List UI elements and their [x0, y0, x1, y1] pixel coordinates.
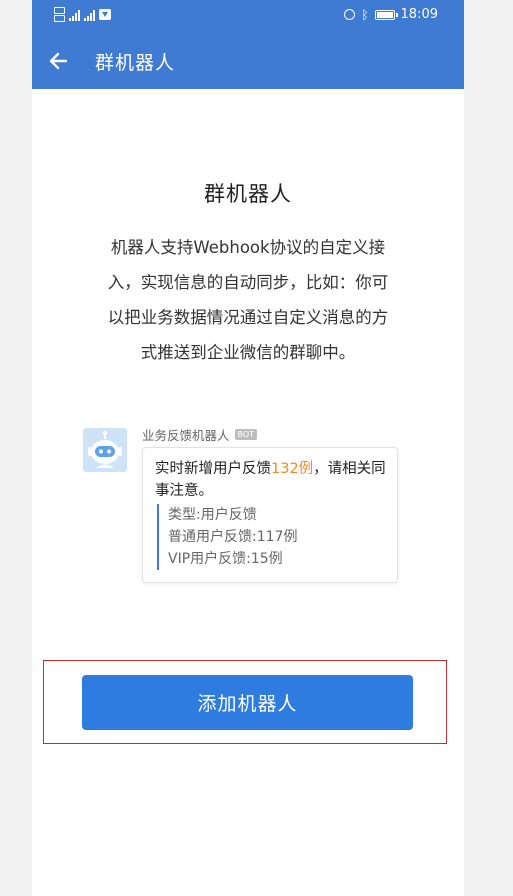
message-bubble: 实时新增用户反馈132例，请相关同事注意。 类型:用户反馈 普通用户反馈:117…: [142, 447, 398, 583]
message-details: 类型:用户反馈 普通用户反馈:117例 VIP用户反馈:15例: [157, 504, 297, 570]
alarm-icon: [344, 9, 356, 20]
intro-line: 入，实现信息的自动同步，比如：你可: [107, 273, 389, 292]
status-time: 18:09: [400, 7, 438, 22]
message-prefix: 实时新增用户反馈: [155, 461, 271, 477]
header: ᛒ 18:09 群机器人: [32, 0, 464, 89]
bluetooth-icon: ᛒ: [361, 7, 369, 22]
app-screen: ᛒ 18:09 群机器人 群机器人 机器人支持Webhook协议的自定义接 入，…: [32, 0, 464, 896]
back-button[interactable]: [46, 46, 76, 76]
signal-icon: [69, 9, 80, 21]
add-robot-button[interactable]: 添加机器人: [82, 675, 413, 730]
signal-icon: [84, 9, 95, 21]
arrow-left-icon: [49, 52, 68, 70]
robot-icon: [83, 428, 127, 472]
bot-name: 业务反馈机器人 BOT: [142, 425, 258, 444]
bot-badge: BOT: [234, 429, 258, 440]
page-title: 群机器人: [95, 52, 176, 74]
message-text: 实时新增用户反馈132例，请相关同事注意。: [155, 458, 391, 502]
detail-line: 类型:用户反馈: [168, 507, 257, 523]
intro-description: 机器人支持Webhook协议的自定义接 入，实现信息的自动同步，比如：你可 以把…: [92, 230, 404, 370]
app-notification-icon: [99, 9, 111, 20]
detail-line: VIP用户反馈:15例: [168, 551, 283, 567]
status-bar: ᛒ 18:09: [32, 0, 464, 32]
hd-icon: [54, 7, 65, 22]
status-left-icons: [54, 7, 111, 22]
bot-name-label: 业务反馈机器人: [142, 428, 230, 443]
intro-line: 以把业务数据情况通过自定义消息的方: [107, 308, 389, 327]
detail-line: 普通用户反馈:117例: [168, 529, 298, 545]
message-highlight: 132例: [271, 461, 314, 477]
bot-avatar: [83, 428, 127, 472]
battery-icon: [374, 9, 398, 20]
intro-line: 机器人支持Webhook协议的自定义接: [110, 238, 386, 257]
navigation-bar: 群机器人: [32, 40, 464, 82]
intro-title: 群机器人: [204, 182, 292, 206]
intro-line: 式推送到企业微信的群聊中。: [140, 343, 356, 362]
status-right-icons: ᛒ 18:09: [344, 7, 438, 22]
